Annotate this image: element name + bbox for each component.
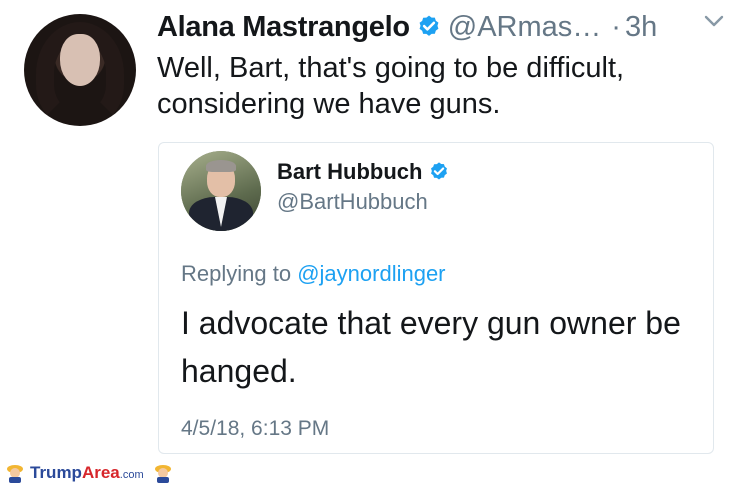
quoted-author-avatar[interactable]	[181, 151, 261, 231]
author-handle[interactable]: @ARmas…	[448, 11, 602, 44]
avatar-hair	[206, 160, 236, 172]
verified-badge-icon	[419, 15, 439, 36]
trump-figure-icon	[7, 465, 23, 483]
mention-link[interactable]: @jaynordlinger	[297, 261, 445, 286]
avatar-face	[60, 34, 100, 86]
author-avatar[interactable]	[24, 14, 136, 126]
quoted-tweet-date[interactable]: 4/5/18, 6:13 PM	[181, 417, 329, 441]
brand-logo: TrumpArea.com	[30, 463, 144, 482]
tweet-header: Alana Mastrangelo @ARmas… · 3h	[157, 8, 730, 46]
watermark: TrumpArea.com	[4, 462, 174, 484]
quoted-tweet-text: I advocate that every gun owner be hange…	[181, 305, 681, 389]
verified-badge-icon	[431, 162, 448, 180]
tweet-time[interactable]: 3h	[625, 11, 657, 44]
quoted-author-handle[interactable]: @BartHubbuch	[277, 189, 428, 215]
quoted-author-name-row: Bart Hubbuch	[277, 159, 450, 185]
tweet-text: Well, Bart, that's going to be difficult…	[157, 52, 625, 120]
author-name[interactable]: Alana Mastrangelo	[157, 11, 410, 44]
quoted-author-name[interactable]: Bart Hubbuch	[277, 159, 422, 185]
chevron-down-icon[interactable]	[704, 14, 724, 28]
separator-dot: ·	[611, 10, 621, 43]
trump-figure-icon	[154, 465, 171, 483]
replying-to-line: Replying to @jaynordlinger	[181, 261, 446, 287]
quoted-tweet[interactable]: Bart Hubbuch @BartHubbuch Replying to @j…	[158, 142, 714, 454]
tweet: Alana Mastrangelo @ARmas… · 3h Well, Bar…	[0, 0, 740, 460]
replying-prefix: Replying to	[181, 261, 292, 286]
